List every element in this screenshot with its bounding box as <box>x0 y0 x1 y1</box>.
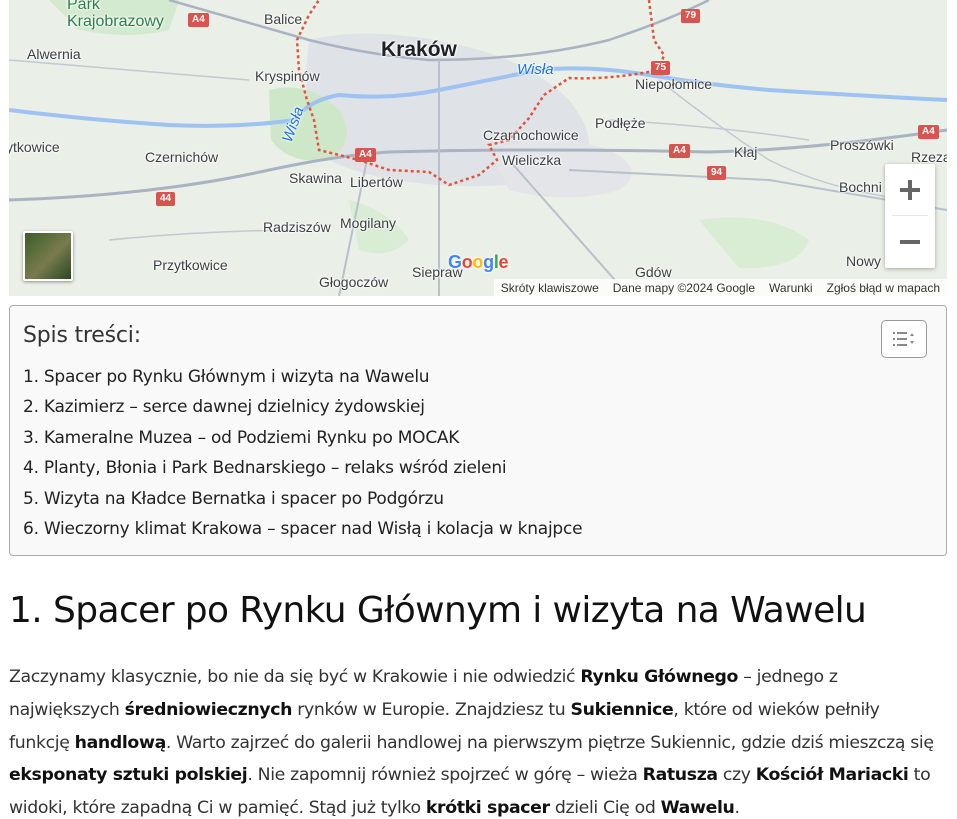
minus-icon <box>900 239 920 244</box>
road-shield-a4-center: A4 <box>355 148 376 162</box>
map-embed[interactable]: Park Krajobrazowy Alwernia Balice Kraków… <box>9 0 947 296</box>
paragraph-bold: Wawelu <box>660 798 735 819</box>
section-heading: 1. Spacer po Rynku Głównym i wizyta na W… <box>9 590 867 631</box>
map-label-nowy: Nowy <box>846 253 882 269</box>
paragraph-bold: Sukiennice <box>570 699 674 720</box>
paragraph-text: . Warto zajrzeć do galerii handlowej na … <box>165 732 934 753</box>
map-label-glogoczow: Głogoczów <box>319 274 389 290</box>
list-toggle-icon <box>893 332 914 346</box>
map-label-przytkowice: Przytkowice <box>153 257 228 273</box>
terms-link[interactable]: Warunki <box>762 281 820 295</box>
map-label-balice: Balice <box>264 11 303 27</box>
toc-title: Spis treści: <box>23 323 141 348</box>
paragraph-text: . <box>734 798 741 819</box>
paragraph-bold: Ratusza <box>642 765 718 786</box>
map-label-podleze: Podłęże <box>595 115 646 131</box>
map-label-kryspinow: Kryspinów <box>255 68 320 84</box>
paragraph-bold: eksponaty sztuki polskiej <box>9 765 248 786</box>
map-label-krakow: Kraków <box>381 38 457 61</box>
toc-list: 1. Spacer po Rynku Głównym i wizyta na W… <box>23 362 583 544</box>
map-label-ytkowice: ytkowice <box>9 139 60 155</box>
map-label-alwernia: Alwernia <box>27 46 81 62</box>
toc-link-2[interactable]: 2. Kazimierz – serce dawnej dzielnicy ży… <box>23 397 425 417</box>
zoom-controls <box>885 164 935 268</box>
google-logo: Google <box>448 252 509 272</box>
table-of-contents: Spis treści: 1. Spacer po Rynku Głównym … <box>9 305 947 556</box>
toc-link-6[interactable]: 6. Wieczorny klimat Krakowa – spacer nad… <box>23 519 583 539</box>
keyboard-shortcuts-link[interactable]: Skróty klawiszowe <box>494 281 606 295</box>
toc-item: 2. Kazimierz – serce dawnej dzielnicy ży… <box>23 392 582 422</box>
map-label-libertow: Libertów <box>350 174 403 190</box>
map-label-mogilany: Mogilany <box>340 215 397 231</box>
paragraph-bold: średniowiecznych <box>124 699 293 720</box>
map-label-park: Park Krajobrazowy <box>67 0 164 30</box>
toc-toggle-button[interactable] <box>881 320 927 358</box>
map-label-gdow: Gdów <box>635 264 672 280</box>
paragraph-bold: handlową <box>74 732 167 753</box>
plus-icon <box>900 179 920 200</box>
zoom-in-button[interactable] <box>885 164 935 215</box>
paragraph-text: czy <box>717 765 756 786</box>
road-shield-a4-right: A4 <box>918 125 939 139</box>
road-shield-75: 75 <box>651 61 671 75</box>
article-paragraph: Zaczynamy klasycznie, bo nie da się być … <box>9 661 944 819</box>
toc-item: 1. Spacer po Rynku Głównym i wizyta na W… <box>23 362 582 392</box>
map-label-czarnochowice: Czarnochowice <box>483 127 579 143</box>
map-label-proszowki: Proszówki <box>830 137 894 153</box>
paragraph-bold: Rynku Głównego <box>580 667 739 687</box>
toc-link-4[interactable]: 4. Planty, Błonia i Park Bednarskiego – … <box>23 458 507 478</box>
toc-item: 3. Kameralne Muzea – od Podziemi Rynku p… <box>23 423 582 453</box>
road-shield-44: 44 <box>156 192 176 206</box>
toc-link-5[interactable]: 5. Wizyta na Kładce Bernatka i spacer po… <box>23 489 444 509</box>
toc-link-3[interactable]: 3. Kameralne Muzea – od Podziemi Rynku p… <box>23 428 459 448</box>
road-shield-94: 94 <box>707 166 727 180</box>
road-shield-a4-top: A4 <box>188 13 209 27</box>
map-data-credit: Dane mapy ©2024 Google <box>612 280 756 295</box>
paragraph-bold: Kościół Mariacki <box>755 765 909 786</box>
toc-item: 4. Planty, Błonia i Park Bednarskiego – … <box>23 453 582 483</box>
map-label-wieliczka: Wieliczka <box>502 152 562 168</box>
map-label-niepolomice: Niepołomice <box>635 76 713 92</box>
map-label-wisla-east: Wisła <box>517 61 554 78</box>
map-label-bochnia: Bochni <box>839 179 882 195</box>
paragraph-text: dzieli Cię od <box>549 798 661 819</box>
map-label-park-text: Park Krajobrazowy <box>67 0 164 30</box>
toc-item: 6. Wieczorny klimat Krakowa – spacer nad… <box>23 514 583 544</box>
map-label-klaj: Kłaj <box>734 144 758 160</box>
map-label-skawina: Skawina <box>289 170 342 186</box>
map-attribution-bar: Skróty klawiszowe Dane mapy ©2024 Google… <box>493 279 947 296</box>
map-label-radziszow: Radziszów <box>263 219 331 235</box>
map-label-rzeza: Rzeza <box>911 149 947 165</box>
paragraph-text: rynków w Europie. Znajdziesz tu <box>292 699 571 720</box>
zoom-out-button[interactable] <box>885 216 935 267</box>
paragraph-text: . Nie zapomnij również spojrzeć w górę –… <box>247 765 643 786</box>
toc-item: 5. Wizyta na Kładce Bernatka i spacer po… <box>23 484 582 514</box>
map-label-czernichow: Czernichów <box>145 149 219 165</box>
report-error-link[interactable]: Zgłoś błąd w mapach <box>820 281 947 295</box>
paragraph-text: Zaczynamy klasycznie, bo nie da się być … <box>9 667 581 687</box>
satellite-layer-toggle[interactable] <box>23 231 73 281</box>
road-shield-79: 79 <box>681 9 701 23</box>
road-shield-a4-east: A4 <box>669 144 690 158</box>
paragraph-bold: krótki spacer <box>425 798 550 819</box>
toc-link-1[interactable]: 1. Spacer po Rynku Głównym i wizyta na W… <box>23 367 430 387</box>
